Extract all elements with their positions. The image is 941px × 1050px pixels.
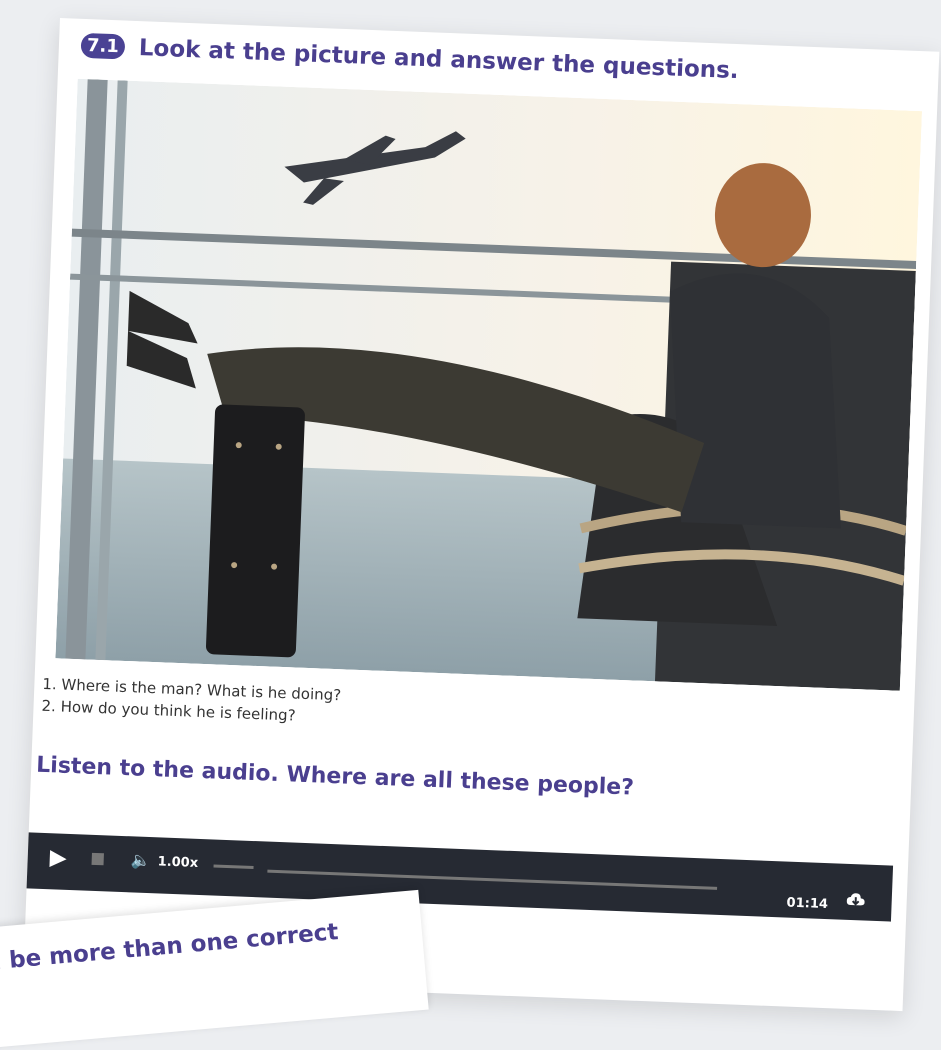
stop-button[interactable] [91, 852, 104, 866]
exercise-photo [55, 78, 923, 691]
download-icon[interactable] [846, 892, 865, 913]
progress-bar[interactable] [267, 869, 718, 890]
questions-list: 1. Where is the man? What is he doing? 2… [41, 673, 341, 728]
volume-icon[interactable]: 🔈 [130, 850, 151, 870]
play-button[interactable]: ▶ [49, 845, 67, 871]
exercise-number-badge: 7.1 [80, 32, 126, 60]
time-display: 01:14 [786, 895, 829, 913]
exercise-card: 7.1 Look at the picture and answer the q… [23, 18, 940, 1012]
volume-slider[interactable] [213, 864, 254, 870]
exercise-title: Look at the picture and answer the quest… [138, 35, 740, 85]
listen-heading: Listen to the audio. Where are all these… [35, 752, 635, 801]
audio-player: ▶ 🔈 1.00x 01:14 [26, 832, 894, 922]
playback-speed[interactable]: 1.00x [157, 854, 198, 871]
next-exercise-text: n be more than one correct [0, 919, 340, 976]
